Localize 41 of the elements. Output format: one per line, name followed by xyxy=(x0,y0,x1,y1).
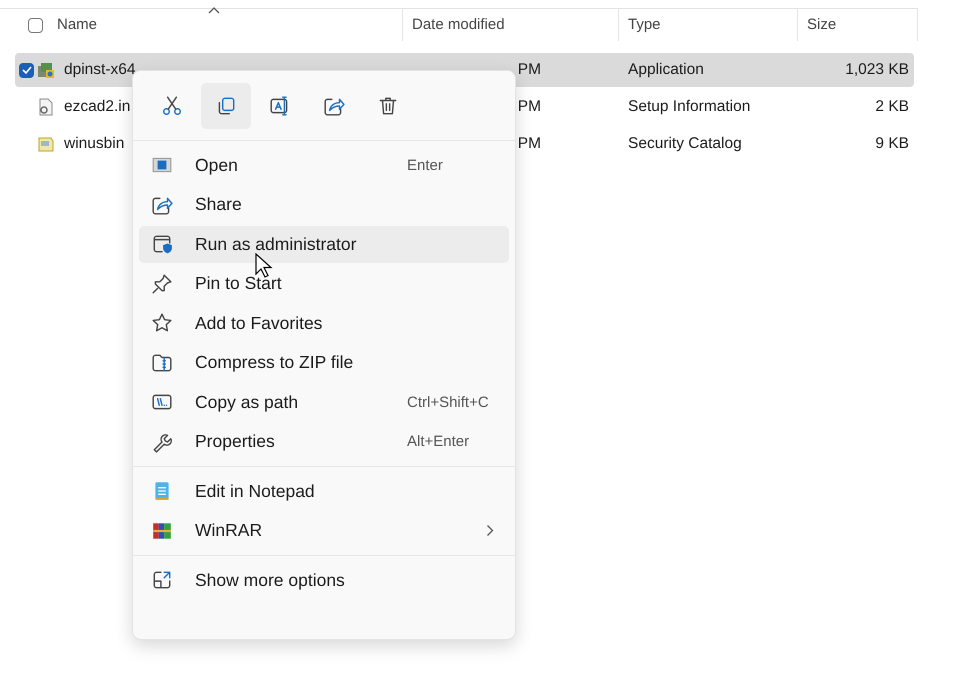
star-icon xyxy=(151,312,173,334)
trash-icon xyxy=(377,95,399,117)
size-cell: 2 KB xyxy=(875,98,909,115)
copy-button[interactable] xyxy=(201,83,251,129)
menu-item[interactable]: Show more options xyxy=(139,562,509,598)
file-name[interactable]: dpinst-x64 xyxy=(64,61,136,79)
menu-item[interactable]: Compress to ZIP file xyxy=(139,344,509,381)
menu-item[interactable]: WinRAR xyxy=(139,512,509,549)
row-checkbox[interactable] xyxy=(19,62,34,78)
menu-item[interactable]: Add to Favorites xyxy=(139,305,509,342)
menu-item[interactable]: Properties Alt+Enter xyxy=(139,424,509,460)
size-cell: 1,023 KB xyxy=(845,61,909,78)
date-cell: PM xyxy=(518,135,541,152)
column-header[interactable]: Type xyxy=(628,16,661,34)
date-cell: PM xyxy=(518,98,541,115)
scissors-icon xyxy=(161,95,183,117)
type-cell: Setup Information xyxy=(628,98,750,115)
menu-item[interactable]: Run as administrator xyxy=(139,226,509,262)
menu-item[interactable]: Share xyxy=(139,186,509,223)
expand-window-icon xyxy=(151,569,173,592)
column-header[interactable]: Size xyxy=(807,16,836,34)
type-cell: Application xyxy=(628,61,704,78)
menu-item[interactable]: Edit in Notepad xyxy=(139,473,509,510)
select-all-checkbox[interactable] xyxy=(28,18,43,32)
file-name[interactable]: ezcad2.in xyxy=(64,98,130,116)
shield-window-icon xyxy=(151,233,173,256)
menu-item[interactable]: Open Enter xyxy=(139,147,509,184)
column-header[interactable]: Name xyxy=(57,16,98,34)
size-cell: 9 KB xyxy=(875,135,909,152)
shortcut-hint: Alt+Enter xyxy=(407,433,470,450)
pushpin-icon xyxy=(151,272,173,295)
zip-folder-icon xyxy=(151,352,173,374)
application-icon xyxy=(36,60,56,80)
menu-item[interactable]: Pin to Start xyxy=(139,266,509,302)
type-cell: Security Catalog xyxy=(628,135,742,152)
column-header[interactable]: Date modified xyxy=(412,16,505,34)
shortcut-hint: Ctrl+Shift+C xyxy=(407,394,489,411)
date-cell: PM xyxy=(518,61,541,78)
shortcut-hint: Enter xyxy=(407,156,443,174)
file-name[interactable]: winusbin xyxy=(64,135,124,153)
menu-item[interactable]: Copy as path Ctrl+Shift+C xyxy=(139,384,509,420)
